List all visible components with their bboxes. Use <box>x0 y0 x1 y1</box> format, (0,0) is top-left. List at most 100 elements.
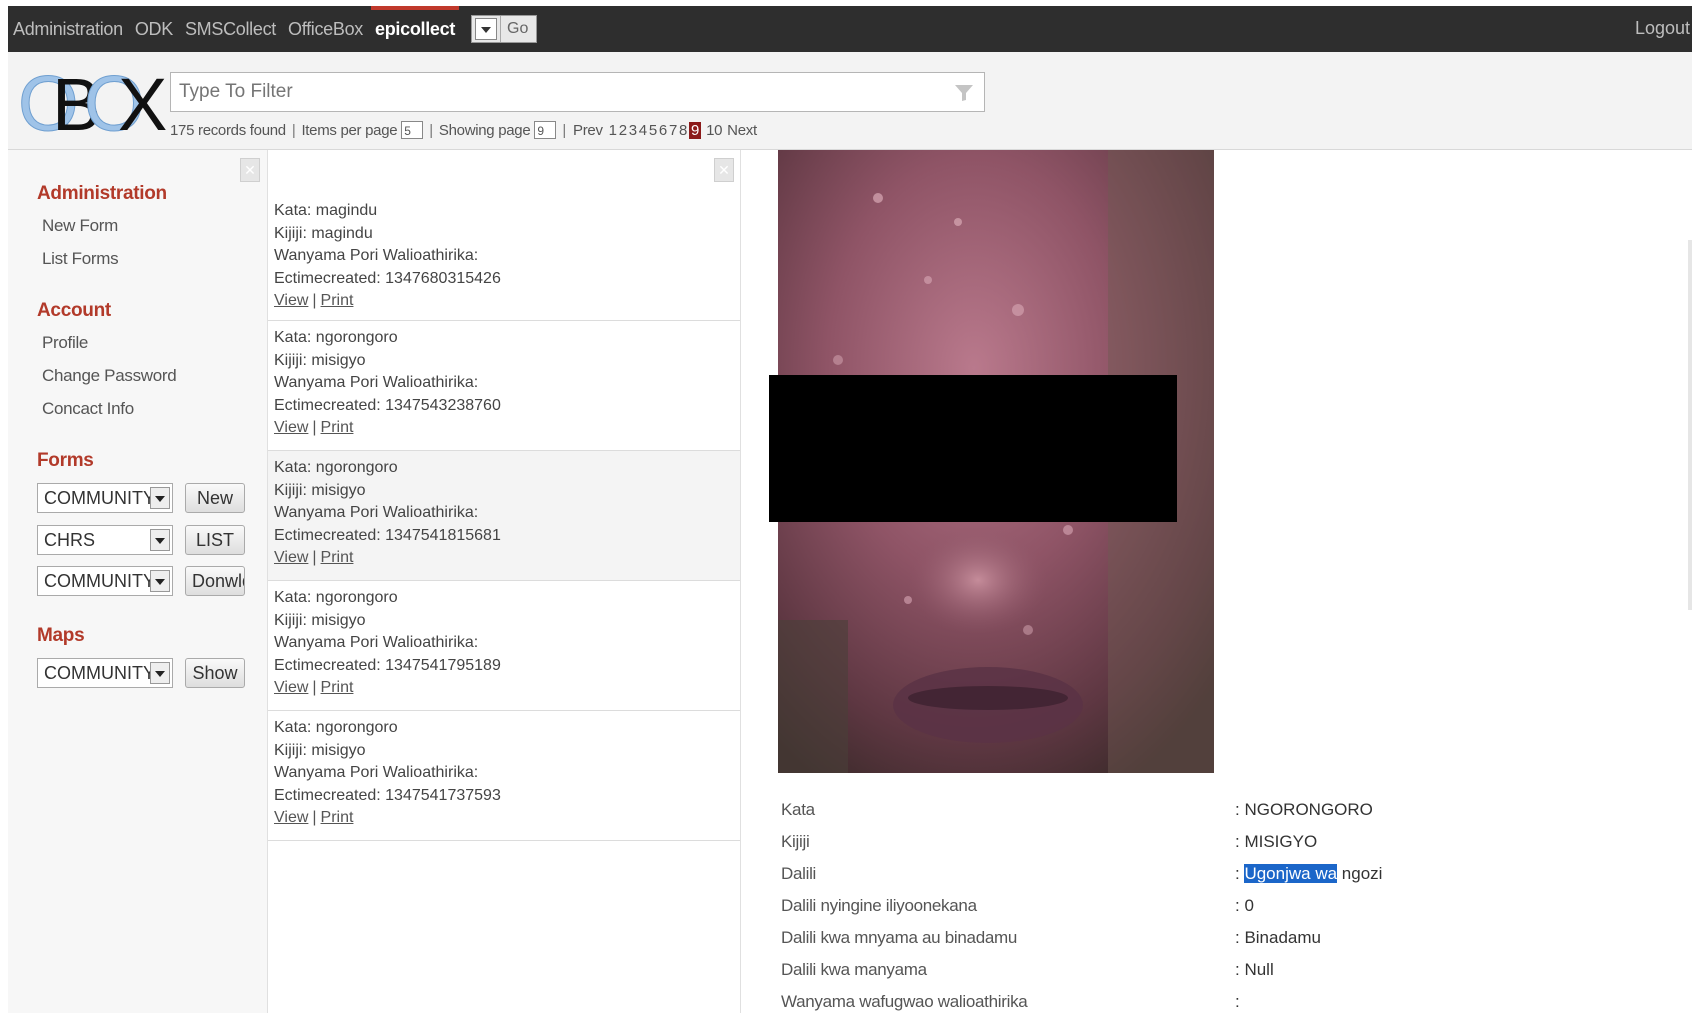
chevron-down-icon[interactable] <box>150 662 170 684</box>
separator: | <box>291 121 296 139</box>
list-item-selected[interactable]: Kata: ngorongoro Kijiji: misigyo Wanyama… <box>268 451 740 581</box>
page-link[interactable]: 3 <box>629 122 637 139</box>
forms-select-new[interactable]: COMMUNITY <box>37 483 173 513</box>
print-link[interactable]: Print <box>321 292 354 309</box>
detail-key: Kata <box>781 800 815 819</box>
scrollbar[interactable] <box>1688 240 1692 610</box>
print-link[interactable]: Print <box>321 419 354 436</box>
select-value: COMMUNITY <box>44 663 155 683</box>
list-item[interactable]: Kata: ngorongoro Kijiji: misigyo Wanyama… <box>268 711 740 841</box>
maps-select[interactable]: COMMUNITY <box>37 658 173 688</box>
page-link[interactable]: 8 <box>679 122 687 139</box>
record-wanyama: Wanyama Pori Walioathirika: <box>274 764 479 781</box>
list-button[interactable]: LIST <box>185 525 245 555</box>
detail-value: : 0 <box>1235 896 1254 915</box>
detail-row: Kijiji : MISIGYO <box>781 832 1681 864</box>
top-nav-bar: Administration ODK SMSCollect OfficeBox … <box>8 5 1692 52</box>
separator: | <box>312 419 317 436</box>
svg-text:X: X <box>118 66 167 138</box>
record-kata: Kata: ngorongoro <box>274 329 398 346</box>
record-links: View | Print <box>274 677 740 700</box>
section-title-administration: Administration <box>37 183 167 204</box>
select-value: COMMUNITY <box>44 571 155 591</box>
sidebar-link-new-form[interactable]: New Form <box>42 216 118 236</box>
funnel-icon[interactable] <box>954 84 974 102</box>
separator: | <box>312 549 317 566</box>
print-link[interactable]: Print <box>321 549 354 566</box>
view-link[interactable]: View <box>274 549 308 566</box>
separator: | <box>429 121 433 139</box>
detail-value: : <box>1235 992 1240 1011</box>
record-wanyama: Wanyama Pori Walioathirika: <box>274 247 479 264</box>
view-link[interactable]: View <box>274 419 308 436</box>
forms-select-download[interactable]: COMMUNITY <box>37 566 173 596</box>
page-link[interactable]: 2 <box>619 122 627 139</box>
chevron-down-icon[interactable] <box>150 570 170 592</box>
nav-smscollect[interactable]: SMSCollect <box>185 19 276 40</box>
close-icon[interactable]: ✕ <box>714 158 734 182</box>
view-link[interactable]: View <box>274 292 308 309</box>
record-kijiji: Kijiji: misigyo <box>274 351 366 369</box>
items-per-page-input[interactable]: 5 <box>401 121 424 139</box>
page-link[interactable]: 5 <box>649 122 657 139</box>
record-wanyama: Wanyama Pori Walioathirika: <box>274 504 479 521</box>
record-links: View | Print <box>274 417 740 440</box>
detail-row: Kata : NGORONGORO <box>781 800 1681 832</box>
print-link[interactable]: Print <box>321 679 354 696</box>
nav-administration[interactable]: Administration <box>13 19 123 40</box>
showing-page-input[interactable]: 9 <box>534 121 557 139</box>
sidebar-link-profile[interactable]: Profile <box>42 333 88 353</box>
show-button[interactable]: Show <box>185 658 245 688</box>
page-link[interactable]: 1 <box>609 122 617 139</box>
prev-link[interactable]: Prev <box>573 122 603 139</box>
records-count: 175 records found <box>170 121 286 139</box>
showing-page-label: Showing page <box>438 121 531 139</box>
list-item[interactable]: Kata: ngorongoro Kijiji: misigyo Wanyama… <box>268 581 740 711</box>
select-value: CHRS <box>44 530 96 550</box>
view-link[interactable]: View <box>274 679 308 696</box>
close-icon[interactable]: ✕ <box>240 158 260 182</box>
page-link[interactable]: 4 <box>639 122 647 139</box>
detail-row: Dalili kwa mnyama au binadamu : Binadamu <box>781 928 1681 960</box>
forms-select-list[interactable]: CHRS <box>37 525 173 555</box>
detail-row: Wanyama wafugwao walioathirika : <box>781 992 1681 1024</box>
nav-dropdown[interactable]: Go <box>471 15 538 43</box>
chevron-down-icon[interactable] <box>150 529 170 551</box>
new-button[interactable]: New <box>185 483 245 513</box>
go-button[interactable]: Go <box>500 16 536 42</box>
record-links: View | Print <box>274 290 740 313</box>
page-link[interactable]: 10 <box>706 122 722 139</box>
page-link-current[interactable]: 9 <box>689 121 702 139</box>
detail-key: Dalili nyingine iliyoonekana <box>781 896 977 915</box>
detail-key: Dalili kwa mnyama au binadamu <box>781 928 1018 947</box>
separator: | <box>562 121 566 139</box>
detail-value: : Binadamu <box>1235 928 1321 947</box>
view-link[interactable]: View <box>274 809 308 826</box>
nav-epicollect[interactable]: epicollect <box>371 5 460 40</box>
filter-input[interactable] <box>177 73 941 111</box>
next-link[interactable]: Next <box>727 122 757 139</box>
sidebar-link-contact-info[interactable]: Concact Info <box>42 399 134 419</box>
chevron-down-icon[interactable] <box>150 487 170 509</box>
list-item[interactable]: Kata: ngorongoro Kijiji: misigyo Wanyama… <box>268 321 740 451</box>
separator: | <box>312 292 317 309</box>
separator: | <box>312 679 317 696</box>
record-kata: Kata: magindu <box>274 202 378 219</box>
sidebar-link-list-forms[interactable]: List Forms <box>42 249 119 269</box>
chevron-down-icon[interactable] <box>475 18 498 40</box>
record-ectimecreated: Ectimecreated: 1347541815681 <box>274 526 501 544</box>
select-value: COMMUNITY <box>44 488 155 508</box>
record-ectimecreated: Ectimecreated: 1347543238760 <box>274 396 501 414</box>
section-title-forms: Forms <box>37 450 94 471</box>
nav-officebox[interactable]: OfficeBox <box>288 19 363 40</box>
page-link[interactable]: 6 <box>659 122 667 139</box>
sidebar-link-change-password[interactable]: Change Password <box>42 366 177 386</box>
download-button[interactable]: Donwld <box>185 566 245 596</box>
detail-key: Wanyama wafugwao walioathirika <box>781 992 1028 1011</box>
print-link[interactable]: Print <box>321 809 354 826</box>
record-wanyama: Wanyama Pori Walioathirika: <box>274 374 479 391</box>
logout-link[interactable]: Logout <box>1635 18 1690 39</box>
list-item[interactable]: Kata: magindu Kijiji: magindu Wanyama Po… <box>268 194 740 321</box>
page-link[interactable]: 7 <box>669 122 677 139</box>
nav-odk[interactable]: ODK <box>135 19 173 40</box>
